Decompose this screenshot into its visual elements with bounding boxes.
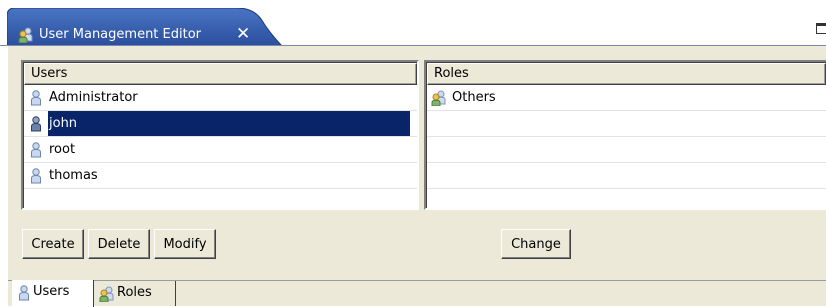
tab-users-label: Users: [33, 284, 70, 299]
editor-tab[interactable]: User Management Editor ✕: [7, 8, 282, 46]
role-row-others[interactable]: Others: [427, 85, 826, 111]
empty-row: [427, 163, 826, 189]
close-icon[interactable]: ✕: [236, 24, 250, 44]
users-group-icon: [18, 27, 34, 43]
editor-body: Users Administrator john root thomas Rol…: [8, 46, 826, 280]
user-label: john: [48, 111, 410, 136]
user-icon: [29, 116, 43, 132]
user-row-administrator[interactable]: Administrator: [24, 85, 417, 111]
users-column-header[interactable]: Users: [24, 63, 417, 85]
role-label: Others: [452, 90, 496, 105]
delete-button[interactable]: Delete: [88, 229, 150, 259]
editor-tab-bar: User Management Editor ✕: [0, 0, 826, 46]
user-row-thomas[interactable]: thomas: [24, 163, 417, 189]
user-icon: [29, 142, 43, 158]
user-icon: [29, 168, 43, 184]
user-label: root: [49, 142, 76, 157]
page-tabs: Users Roles: [8, 280, 826, 307]
user-row-root[interactable]: root: [24, 137, 417, 163]
maximize-icon[interactable]: [816, 23, 826, 34]
user-label: thomas: [49, 168, 98, 183]
modify-button[interactable]: Modify: [154, 229, 216, 259]
roles-column-header[interactable]: Roles: [427, 63, 826, 85]
tab-roles[interactable]: Roles: [95, 281, 176, 306]
tab-roles-label: Roles: [117, 285, 152, 300]
user-row-john[interactable]: john: [24, 111, 417, 137]
empty-row: [427, 111, 826, 137]
role-group-icon: [431, 90, 447, 106]
user-label: Administrator: [49, 90, 138, 105]
tab-users[interactable]: Users: [12, 280, 94, 307]
editor-tab-title: User Management Editor: [39, 27, 202, 42]
empty-row: [24, 189, 417, 215]
create-button[interactable]: Create: [22, 229, 84, 259]
change-button[interactable]: Change: [501, 229, 571, 259]
empty-row: [427, 137, 826, 163]
users-table[interactable]: Users Administrator john root thomas: [21, 60, 419, 210]
roles-table[interactable]: Roles Others: [424, 60, 826, 210]
role-group-icon: [99, 286, 115, 302]
user-icon: [29, 90, 43, 106]
user-icon: [17, 285, 31, 301]
empty-row: [427, 189, 826, 215]
